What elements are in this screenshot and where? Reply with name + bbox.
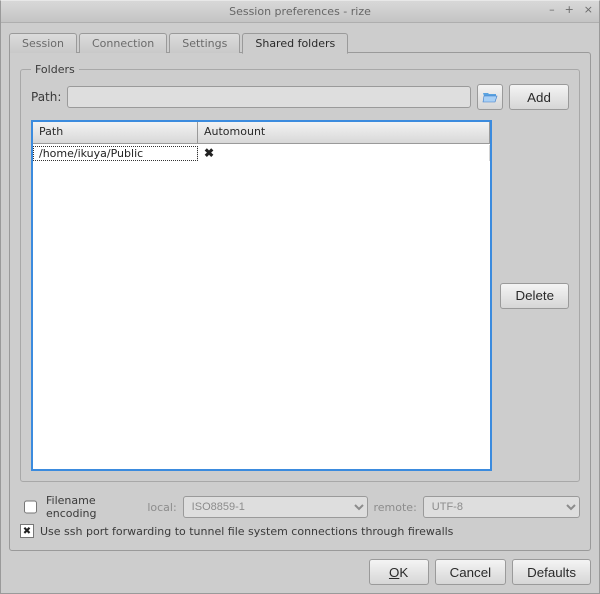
page-shared-folders: Folders Path: Add	[9, 52, 591, 551]
tab-session[interactable]: Session	[9, 33, 77, 53]
col-automount[interactable]: Automount	[198, 122, 490, 143]
filename-encoding-label: Filename encoding	[46, 494, 141, 520]
x-mark-icon: ✖	[204, 146, 214, 160]
path-label: Path:	[31, 90, 61, 104]
dialog-buttons: OK Cancel Defaults	[9, 559, 591, 585]
filename-encoding-checkbox[interactable]	[24, 500, 37, 514]
titlebar[interactable]: Session preferences - rize – + ×	[1, 1, 599, 23]
folders-mid: Path Automount /home/ikuya/Public ✖	[31, 120, 569, 471]
folder-open-icon	[482, 90, 498, 104]
encoding-row: Filename encoding local: ISO8859-1 remot…	[20, 494, 580, 520]
cell-automount[interactable]: ✖	[198, 145, 490, 161]
ok-mnemonic: O	[389, 565, 399, 580]
ssh-tunnel-label: Use ssh port forwarding to tunnel file s…	[40, 525, 453, 538]
tab-bar: Session Connection Settings Shared folde…	[9, 29, 591, 53]
tab-settings[interactable]: Settings	[169, 33, 240, 53]
window: Session preferences - rize – + × Session…	[0, 0, 600, 594]
folders-table[interactable]: Path Automount /home/ikuya/Public ✖	[31, 120, 492, 471]
local-label: local:	[147, 501, 176, 514]
ssh-row: ✖ Use ssh port forwarding to tunnel file…	[20, 524, 580, 538]
delete-button[interactable]: Delete	[500, 283, 569, 309]
checkbox-checked-icon[interactable]: ✖	[20, 524, 34, 538]
folders-legend: Folders	[31, 63, 79, 76]
add-button[interactable]: Add	[509, 84, 569, 110]
path-row: Path: Add	[31, 84, 569, 110]
path-input[interactable]	[67, 86, 471, 108]
remote-encoding-select[interactable]: UTF-8	[423, 496, 580, 518]
side-buttons: Delete	[500, 120, 569, 471]
tab-shared-folders[interactable]: Shared folders	[242, 33, 348, 54]
tab-connection[interactable]: Connection	[79, 33, 167, 53]
minimize-icon[interactable]: –	[549, 3, 555, 16]
maximize-icon[interactable]: +	[565, 3, 574, 16]
close-icon[interactable]: ×	[584, 3, 593, 16]
folders-group: Folders Path: Add	[20, 63, 580, 482]
client-area: Session Connection Settings Shared folde…	[1, 23, 599, 593]
col-path[interactable]: Path	[33, 122, 198, 143]
remote-label: remote:	[374, 501, 417, 514]
cell-path[interactable]: /home/ikuya/Public	[33, 146, 198, 161]
table-header: Path Automount	[33, 122, 490, 144]
options-area: Filename encoding local: ISO8859-1 remot…	[20, 490, 580, 542]
window-title: Session preferences - rize	[229, 5, 371, 18]
cancel-button[interactable]: Cancel	[435, 559, 507, 585]
table-row[interactable]: /home/ikuya/Public ✖	[33, 144, 490, 162]
table-body[interactable]: /home/ikuya/Public ✖	[33, 144, 490, 469]
defaults-button[interactable]: Defaults	[512, 559, 591, 585]
ok-button[interactable]: OK	[369, 559, 429, 585]
browse-button[interactable]	[477, 84, 503, 110]
local-encoding-select[interactable]: ISO8859-1	[183, 496, 368, 518]
